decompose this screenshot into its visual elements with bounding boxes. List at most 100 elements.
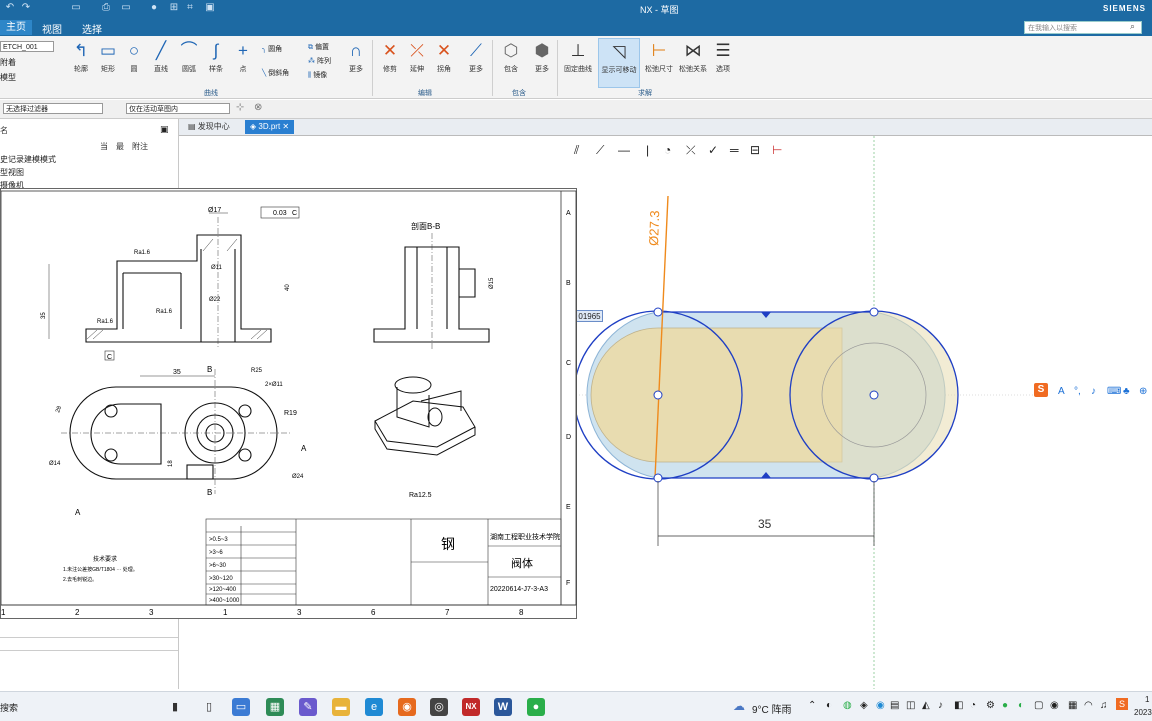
options-tool[interactable]: ☰ 选项 — [706, 38, 740, 74]
calculator-icon[interactable]: ▦ — [266, 698, 284, 716]
nav-header-name: 名 — [0, 126, 8, 135]
paint-icon[interactable]: ✎ — [299, 698, 317, 716]
nav-item-model-views[interactable]: 型视图 — [0, 167, 24, 178]
tray-app-icon[interactable]: ◍ — [843, 700, 852, 711]
front-section-view — [85, 234, 272, 343]
tray-app-icon[interactable]: ◫ — [906, 700, 915, 711]
wifi-icon[interactable]: ◠ — [1084, 700, 1093, 711]
selection-scope-select[interactable]: 仅在活动草图内 — [126, 103, 230, 114]
menu-home[interactable]: 主页 — [0, 20, 32, 35]
ime-keyboard-icon[interactable]: ⌨ — [1107, 386, 1121, 397]
ime-voice-icon[interactable]: ♪ — [1091, 386, 1096, 397]
tray-app-icon[interactable]: ▢ — [1034, 700, 1043, 711]
ribbon-model[interactable]: 模型 — [0, 72, 16, 83]
offset-tool[interactable]: ⧉ 偏置 — [308, 42, 329, 52]
folder-icon[interactable]: ▬ — [332, 698, 350, 716]
tol-row: >6~30 — [209, 563, 227, 569]
ime-more-icon[interactable]: ⊕ — [1139, 386, 1147, 397]
close-tab-icon[interactable]: ✕ — [282, 122, 289, 131]
include-tool[interactable]: ⬡ 包含 — [494, 38, 528, 74]
volume-icon[interactable]: ♫ — [1100, 700, 1108, 711]
fillet-tool[interactable]: ╮ 圆角 — [262, 44, 282, 54]
tray-app-icon[interactable]: ◧ — [954, 700, 963, 711]
word-icon[interactable]: W — [494, 698, 512, 716]
dimension-value-input[interactable]: 01965 — [576, 310, 603, 322]
snap-icon[interactable]: ⊹ — [236, 102, 244, 113]
more-include-button[interactable]: ⬢ 更多 — [525, 38, 559, 74]
tray-app-icon[interactable]: ▤ — [890, 700, 899, 711]
mic-icon[interactable]: ● — [148, 2, 160, 14]
print-icon[interactable]: ⎙ — [100, 2, 112, 14]
tab-discovery[interactable]: ▤ 发现中心 — [183, 120, 235, 134]
section-mark-b-top: B — [207, 365, 212, 374]
reference-drawing: 1 2 3 1 3 6 7 8 A B C D E F Ø17 0.03 C Ø… — [0, 188, 577, 619]
datum-label: C — [107, 354, 112, 361]
ime-tray-icon[interactable]: S — [1116, 698, 1128, 710]
tray-app-icon[interactable]: ◉ — [1050, 700, 1059, 711]
search-icon[interactable]: ⌕ — [1130, 21, 1142, 34]
tab-3d-prt[interactable]: ◈ 3D.prt ✕ — [245, 120, 295, 134]
tray-expand-icon[interactable]: ⌃ — [808, 700, 816, 711]
more-curve-button[interactable]: ∩ 更多 — [339, 38, 373, 74]
window-icon[interactable]: ▭ — [120, 2, 132, 14]
tray-app-icon[interactable]: ◐ — [826, 700, 832, 711]
fix-curve-icon: ⊥ — [570, 41, 586, 60]
dim-angle-28: 28 — [55, 405, 63, 414]
redo-icon[interactable]: ↷ — [20, 2, 32, 14]
tray-app-icon[interactable]: ● — [1002, 700, 1008, 711]
tol-row: >30~120 — [209, 576, 233, 582]
ime-skin-icon[interactable]: ♣ — [1123, 386, 1130, 397]
point-tool[interactable]: + 点 — [226, 38, 260, 74]
tray-app-icon[interactable]: ◔ — [970, 700, 976, 711]
weather-text[interactable]: 9°C 阵雨 — [752, 701, 792, 716]
relax-relation-tool[interactable]: ⋈ 松弛关系 — [676, 38, 710, 74]
nx-icon[interactable]: NX — [462, 698, 480, 716]
tray-app-icon[interactable]: ♪ — [938, 700, 943, 711]
tray-app-icon[interactable]: ◭ — [922, 700, 930, 711]
undo-icon[interactable]: ↶ — [4, 2, 16, 14]
menu-view[interactable]: 视图 — [42, 21, 62, 36]
save-icon[interactable]: ▭ — [70, 2, 82, 14]
dim-height-35: 35 — [41, 312, 47, 319]
show-movable-tool[interactable]: ◹ 显示可移动 — [598, 38, 640, 88]
taskbar-search[interactable]: 搜索 — [0, 701, 18, 714]
tray-app-icon[interactable]: ◐ — [1018, 700, 1024, 711]
ribbon-attach[interactable]: 附着 — [0, 57, 16, 68]
wechat-icon[interactable]: ● — [527, 698, 545, 716]
network-icon[interactable]: ▦ — [1068, 700, 1077, 711]
chamfer-tool[interactable]: ╲ 倒斜角 — [262, 68, 289, 78]
relax-dimension-tool[interactable]: ⊢ 松弛尺寸 — [642, 38, 676, 74]
menu-select[interactable]: 选择 — [82, 21, 102, 36]
nav-item-history[interactable]: 史记录建模模式 — [0, 154, 56, 165]
selection-filter-select[interactable]: 无选择过滤器 — [3, 103, 103, 114]
fix-curve-tool[interactable]: ⊥ 固定曲线 — [561, 38, 595, 74]
computer-icon[interactable]: ▭ — [232, 698, 250, 716]
tray-app-icon[interactable]: ◉ — [876, 700, 885, 711]
format-icon[interactable]: ⊞ — [168, 2, 180, 14]
more-edit-button[interactable]: ⟋ 更多 — [459, 38, 493, 74]
ime-logo-icon[interactable]: S — [1034, 383, 1048, 397]
mirror-tool[interactable]: ⫼ 镜像 — [308, 70, 327, 80]
pattern-tool[interactable]: ⁂ 阵列 — [308, 56, 331, 66]
file-icon[interactable]: ▯ — [200, 698, 218, 716]
chamfer-icon: ╲ — [262, 70, 267, 77]
group-label-curve: 曲线 — [204, 90, 218, 97]
task-view-icon[interactable]: ▮ — [166, 698, 184, 716]
tech-req-line: 2.去毛刺锐边。 — [63, 576, 97, 583]
layout-icon[interactable]: ▣ — [204, 2, 216, 14]
maximize-icon[interactable]: ▣ — [160, 124, 169, 135]
obs-icon[interactable]: ◎ — [430, 698, 448, 716]
clock-line[interactable]: 1 — [1145, 695, 1149, 704]
link-icon[interactable]: ⌗ — [184, 2, 196, 14]
select-all-icon[interactable]: ⊗ — [254, 102, 262, 113]
command-search-input[interactable]: 在我输入以搜索 — [1024, 21, 1142, 34]
edge-icon[interactable]: e — [365, 698, 383, 716]
ime-lang-icon[interactable]: A — [1058, 386, 1065, 397]
firefox-icon[interactable]: ◉ — [398, 698, 416, 716]
clock-year[interactable]: 2023 — [1134, 708, 1152, 717]
tray-app-icon[interactable]: ⚙ — [986, 700, 995, 711]
ime-punct-icon[interactable]: °, — [1074, 386, 1081, 397]
sketch-name-combo[interactable]: ETCH_001 — [0, 41, 54, 52]
tray-app-icon[interactable]: ◈ — [860, 700, 868, 711]
corner-tool[interactable]: ✕ 拐角 — [427, 38, 461, 74]
